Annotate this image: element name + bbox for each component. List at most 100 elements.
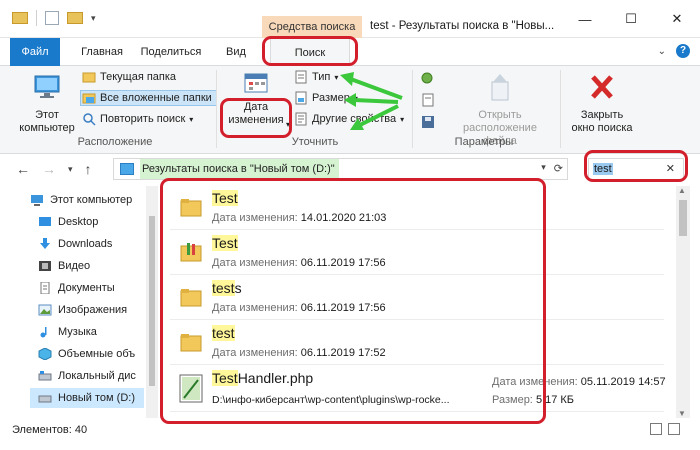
search-results-icon: [120, 163, 134, 175]
drive-icon: [38, 395, 52, 403]
address-target: "Новый том (D:)": [249, 163, 335, 175]
sidebar-item-label: Видео: [58, 260, 91, 272]
desktop-icon: [39, 217, 51, 226]
details-view-icon[interactable]: [650, 423, 662, 435]
chevron-down-icon: ▾: [189, 114, 194, 124]
music-icon: [40, 327, 47, 338]
folder-icon: [82, 72, 96, 83]
navigation-pane: Этот компьютер Desktop Downloads Видео Д…: [0, 186, 160, 418]
tab-file[interactable]: Файл: [10, 38, 60, 66]
computer-icon: [34, 75, 60, 98]
sidebar-item-label: Локальный дис: [58, 370, 136, 382]
divider: [412, 70, 413, 148]
scroll-up-icon[interactable]: ▲: [678, 186, 686, 195]
address-bar[interactable]: Результаты поиска в "Новый том (D:)" ▾ ⟳: [113, 158, 568, 180]
results-scrollbar[interactable]: ▲ ▼: [676, 186, 690, 418]
back-arrow-icon[interactable]: ←: [16, 161, 30, 177]
qat-dropdown-icon[interactable]: ▾: [91, 13, 96, 24]
properties-icon: [295, 112, 307, 126]
sidebar-item-label: Объемные объ: [58, 348, 136, 360]
close-search-button[interactable]: Закрыть окно поиска: [566, 72, 638, 135]
current-folder-label: Текущая папка: [100, 71, 177, 83]
sidebar-item-videos[interactable]: Видео: [38, 256, 144, 276]
refresh-icon[interactable]: ⟳: [554, 162, 563, 175]
properties-icon[interactable]: [45, 11, 59, 25]
sidebar-item-label: Desktop: [58, 216, 99, 228]
address-path: Результаты поиска в "Новый том (D:)": [140, 159, 339, 179]
open-location-icon: [491, 74, 509, 101]
group-label-location: Расположение: [77, 136, 153, 148]
large-icons-view-icon[interactable]: [668, 423, 680, 435]
group-label-options: Параметры: [454, 136, 514, 148]
up-arrow-icon[interactable]: ↑: [85, 161, 92, 177]
tab-view[interactable]: Вид: [216, 38, 256, 66]
sidebar-item-pictures[interactable]: Изображения: [38, 300, 144, 320]
this-pc-label: Этот компьютер: [19, 109, 75, 134]
nav-buttons: ← → ▾ ↑: [16, 161, 92, 177]
address-prefix: Результаты поиска в: [142, 163, 247, 175]
recent-dropdown-icon[interactable]: ▾: [68, 161, 73, 177]
recent-searches-icon[interactable]: [420, 70, 436, 86]
current-folder-button[interactable]: Текущая папка: [82, 70, 176, 84]
file-size-icon: [295, 91, 307, 105]
help-icon[interactable]: ?: [676, 44, 690, 58]
contextual-tab-group: Средства поиска: [262, 16, 362, 38]
arrow-head-icon: [344, 93, 356, 107]
close-search-label: Закрыть окно поиска: [571, 109, 633, 134]
tab-home[interactable]: Главная: [70, 38, 134, 66]
all-subfolders-label: Все вложенные папки: [100, 92, 212, 104]
sidebar-item-downloads[interactable]: Downloads: [38, 234, 144, 254]
scroll-down-icon[interactable]: ▼: [678, 409, 686, 418]
scrollbar-thumb[interactable]: [679, 200, 687, 236]
search-icon: [83, 113, 96, 126]
scrollbar-thumb[interactable]: [149, 216, 155, 386]
collapse-ribbon-icon[interactable]: ⌄: [658, 46, 666, 57]
highlight-search-box: [584, 150, 688, 182]
sidebar-item-label: Музыка: [58, 326, 97, 338]
sidebar-item-3d-objects[interactable]: Объемные объ: [38, 344, 144, 364]
minimize-button[interactable]: —: [562, 0, 608, 38]
sidebar-item-local-disk[interactable]: Локальный дис: [38, 366, 144, 386]
sidebar-item-label: Документы: [58, 282, 115, 294]
new-folder-icon[interactable]: [67, 12, 83, 24]
date-value: 05.11.2019 14:57: [580, 376, 666, 388]
sidebar-item-new-volume[interactable]: Новый том (D:): [30, 388, 144, 408]
options-small-icons: [420, 70, 436, 130]
arrow-line: [353, 98, 399, 104]
window-title: test - Результаты поиска в "Новы...: [370, 20, 555, 32]
address-controls: ▾ ⟳: [541, 162, 563, 175]
sidebar-item-desktop[interactable]: Desktop: [38, 212, 144, 232]
sidebar-item-label: Этот компьютер: [50, 194, 133, 206]
pictures-icon: [38, 304, 52, 316]
save-search-icon[interactable]: [420, 114, 436, 130]
divider: [560, 70, 561, 148]
arrow-line: [347, 76, 403, 100]
repeat-search-button[interactable]: Повторить поиск ▾: [82, 112, 193, 126]
chevron-down-icon[interactable]: ▾: [541, 162, 546, 175]
advanced-options-icon[interactable]: [420, 92, 436, 108]
close-icon: [591, 75, 613, 99]
arrow-line: [357, 104, 399, 128]
tab-share[interactable]: Поделиться: [138, 38, 204, 66]
sidebar-item-label: Новый том (D:): [58, 392, 135, 404]
pointer-arrows: [340, 72, 403, 130]
window-controls: — ☐ ✕: [562, 0, 700, 38]
maximize-button[interactable]: ☐: [608, 0, 654, 38]
nav-scrollbar[interactable]: [146, 186, 158, 418]
highlight-results: [160, 178, 546, 424]
highlight-date-modified: [220, 98, 292, 138]
all-subfolders-button[interactable]: Все вложенные папки: [80, 90, 217, 106]
downloads-icon: [40, 238, 50, 249]
sidebar-item-documents[interactable]: Документы: [38, 278, 144, 298]
view-switcher: [650, 423, 680, 435]
file-type-icon: [295, 70, 307, 84]
forward-arrow-icon[interactable]: →: [42, 161, 56, 177]
quick-access-toolbar: ▾: [12, 10, 96, 26]
sidebar-item-music[interactable]: Музыка: [38, 322, 144, 342]
close-button[interactable]: ✕: [654, 0, 700, 38]
sidebar-item-this-pc[interactable]: Этот компьютер: [30, 190, 144, 210]
repeat-search-label: Повторить поиск: [100, 113, 186, 125]
this-pc-button[interactable]: Этот компьютер: [16, 72, 78, 135]
calendar-icon: [244, 73, 268, 93]
divider: [36, 10, 37, 26]
